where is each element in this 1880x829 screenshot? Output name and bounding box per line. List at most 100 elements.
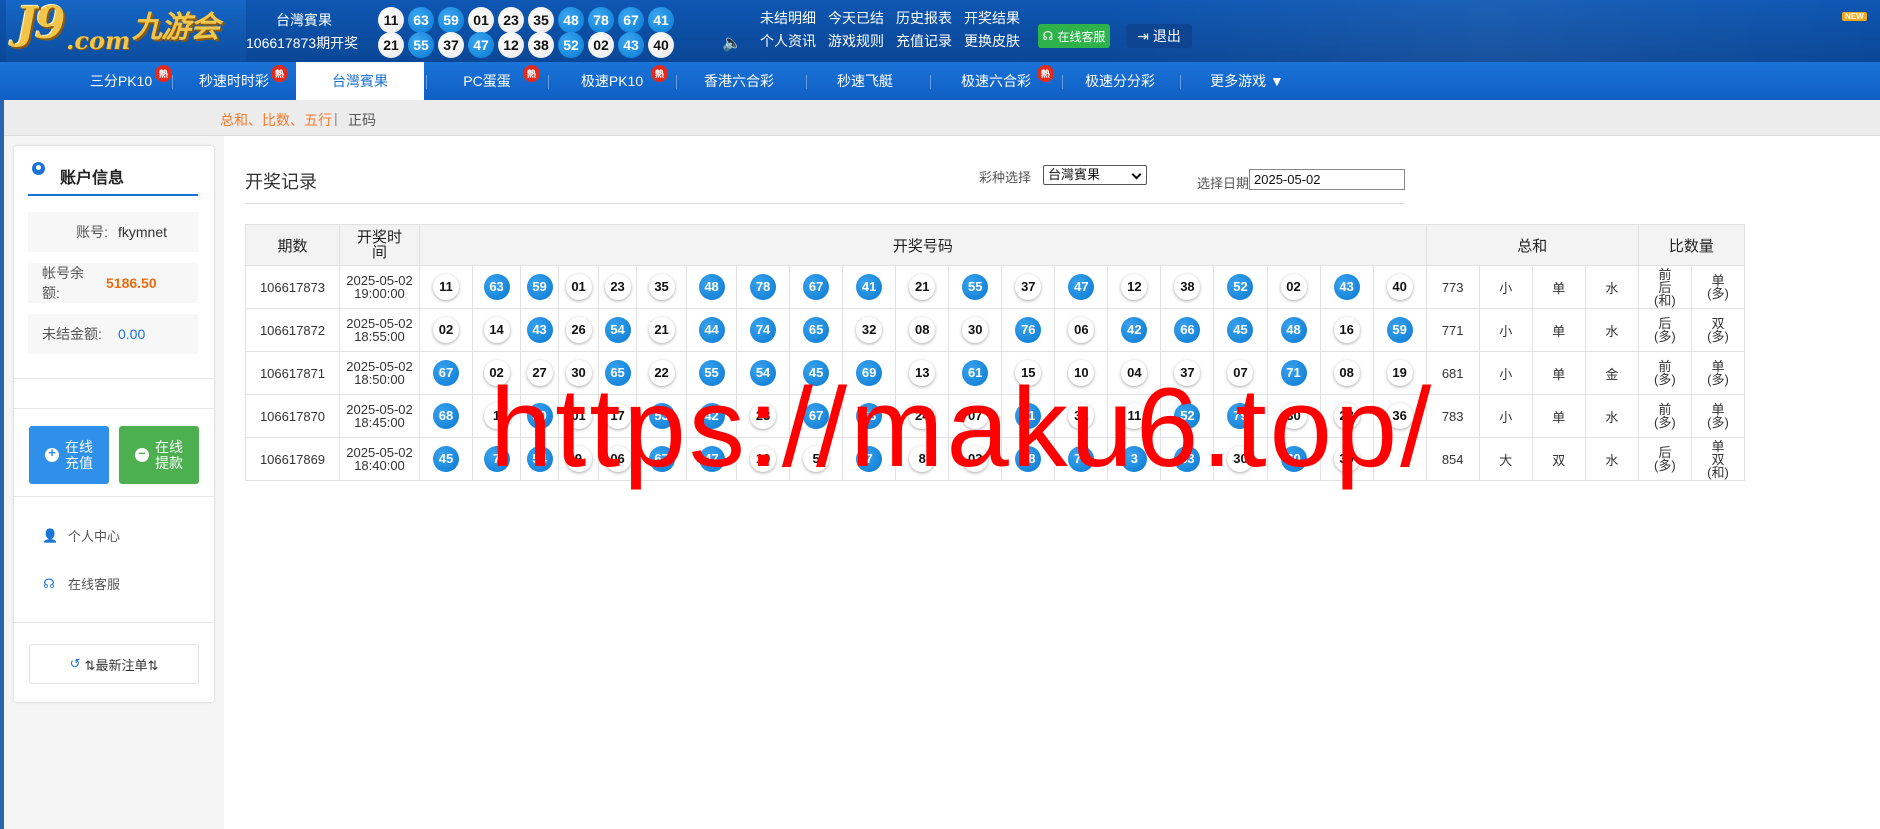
plus-circle-icon (45, 445, 59, 462)
draw-ball: 16 (1333, 317, 1360, 343)
nav-tab-6[interactable]: 秒速飞艇 (806, 62, 924, 100)
online-service-link[interactable]: ☊ 在线客服 (42, 574, 120, 593)
sub-nav: 总和、比数、五行 | 正码 (0, 100, 1880, 136)
issue-cell: 106617872 (245, 308, 340, 352)
ball-cell: 78 (736, 265, 791, 309)
logo-cn: 九游会 (132, 10, 220, 45)
draw-ball: 45 (1227, 317, 1254, 343)
nav-separator (1062, 75, 1063, 89)
personal-center-label: 个人中心 (68, 529, 121, 544)
draw-ball: 48 (698, 274, 725, 300)
draw-time: 18:55:00 (354, 329, 405, 344)
date-input[interactable]: 2025-05-02 (1249, 169, 1405, 190)
history-icon: ↺ (69, 656, 81, 671)
link-unsettled[interactable]: 未结明细 (760, 8, 816, 28)
issue-cell: 106617873 (245, 265, 340, 309)
header-ball: 35 (528, 7, 554, 33)
unsettled-label: 未结金额: (42, 326, 102, 342)
logout-button[interactable]: ⇥ 退出 (1126, 24, 1192, 48)
unsettled-value: 0.00 (118, 326, 146, 342)
ball-cell: 47 (1054, 265, 1109, 309)
latest-bets-button[interactable]: ↺ ⇅最新注单⇅ (29, 644, 199, 684)
account-panel-title: 账户信息 (60, 170, 125, 187)
table-row: 106617873 2025-05-02 19:00:00 11 63 59 01 23 35 4… (245, 265, 1746, 309)
draw-ball: 43 (526, 317, 553, 343)
front-back-cell-line: (多) (1654, 372, 1676, 387)
link-history-report[interactable]: 历史报表 (896, 8, 952, 28)
lottery-select[interactable]: 台灣賓果 (1043, 165, 1147, 185)
draw-ball: 26 (565, 317, 592, 343)
nav-tab-label: 极速分分彩 (1085, 73, 1155, 89)
link-recharge-record[interactable]: 充值记录 (896, 31, 952, 51)
element-cell: 金 (1584, 351, 1639, 395)
odd-even-cell-line: (多) (1707, 329, 1729, 344)
front-back-cell-line: 前 (1658, 266, 1672, 282)
size-cell: 大 (1478, 437, 1533, 481)
nav-tab-label: 秒速时时彩 (199, 73, 269, 89)
ball-cell: 30 (948, 308, 1003, 352)
sum-cell: 773 (1425, 265, 1480, 309)
current-issue: 106617873期开奖 (246, 35, 359, 51)
nav-tab-0[interactable]: 三分PK10 熱 (62, 62, 180, 100)
nav-separator (930, 75, 931, 89)
site-logo[interactable]: J9 .com 九游会 (6, 0, 246, 62)
headset-icon: ☊ (43, 575, 55, 591)
subnav-separator: | (334, 110, 338, 126)
link-today-settled[interactable]: 今天已结 (828, 8, 884, 28)
date-input-value: 2025-05-02 (1254, 172, 1321, 187)
draw-ball: 55 (962, 274, 989, 300)
top-links: 未结明细 今天已结 历史报表 开奖结果 个人资讯 游戏规则 充值记录 更换皮肤 (760, 8, 1020, 51)
header-ball: 63 (408, 7, 434, 33)
nav-separator (806, 75, 807, 89)
header-time: 开奖时间 (339, 224, 420, 266)
ball-cell: 52 (1213, 265, 1268, 309)
header-ball: 52 (558, 32, 584, 58)
nav-tab-7[interactable]: 极速六合彩熱 (930, 62, 1062, 100)
logout-icon: ⇥ (1137, 27, 1149, 44)
nav-tab-5[interactable]: 香港六合彩 (676, 62, 802, 100)
ball-cell: 21 (636, 308, 688, 352)
nav-tab-label: 香港六合彩 (704, 73, 774, 89)
header-ball: 59 (438, 7, 464, 33)
ball-cell: 59 (520, 265, 560, 309)
nav-tab-label: PC蛋蛋 (463, 73, 511, 89)
subnav-main-number-link[interactable]: 正码 (348, 110, 376, 130)
link-change-skin[interactable]: 更换皮肤 (964, 31, 1020, 51)
front-back-cell-line: (和) (1654, 292, 1676, 308)
draw-ball: 78 (750, 274, 777, 300)
front-back-cell-line: 后 (1658, 279, 1672, 295)
front-back-cell-line: (多) (1654, 329, 1676, 344)
nav-separator (296, 75, 297, 89)
online-recharge-button[interactable]: 在线 充值 (29, 426, 109, 484)
game-nav: 三分PK10 熱秒速时时彩熱台灣賓果 PC蛋蛋熱极速PK10 熱香港六合彩 秒速飞艇 极速… (0, 62, 1880, 100)
personal-center-link[interactable]: 👤 个人中心 (42, 526, 120, 545)
draw-ball: 37 (1015, 274, 1042, 300)
online-withdraw-button[interactable]: 在线 提款 (119, 426, 199, 484)
nav-tab-2[interactable]: 台灣賓果 (296, 62, 424, 100)
draw-ball: 67 (433, 360, 460, 386)
nav-tab-1[interactable]: 秒速时时彩熱 (172, 62, 296, 100)
odd-even-cell: 单双 (和) (1690, 437, 1746, 481)
online-service-label: 在线客服 (68, 577, 121, 592)
ball-cell: 43 (520, 308, 560, 352)
sidebar-divider (14, 496, 214, 497)
link-game-rules[interactable]: 游戏规则 (828, 31, 884, 51)
nav-tab-4[interactable]: 极速PK10 熱 (548, 62, 676, 100)
nav-tab-3[interactable]: PC蛋蛋熱 (426, 62, 548, 100)
link-draw-results[interactable]: 开奖结果 (964, 8, 1020, 28)
header-ball: 48 (558, 7, 584, 33)
subnav-sum-ratio-link[interactable]: 总和、比数、五行 (220, 110, 332, 130)
recharge-label: 在线 充值 (65, 439, 93, 471)
link-personal-info[interactable]: 个人资讯 (760, 31, 816, 51)
parity-cell: 单 (1531, 265, 1586, 309)
lottery-select-value: 台灣賓果 (1048, 167, 1101, 182)
odd-even-cell-line: (多) (1707, 372, 1729, 387)
header-ball: 55 (408, 32, 434, 58)
latest-balls-row-1: 11 63 59 01 23 35 48 78 67 41 (378, 7, 674, 33)
nav-tab-8[interactable]: 极速分分彩 (1062, 62, 1178, 100)
nav-tab-9[interactable]: 更多游戏 ▼ (1180, 62, 1314, 100)
ball-cell: 65 (789, 308, 844, 352)
speaker-icon[interactable]: 🔈 (722, 33, 742, 53)
logo-com: .com (66, 26, 131, 55)
customer-service-button[interactable]: ☊ 在线客服 (1038, 24, 1110, 48)
